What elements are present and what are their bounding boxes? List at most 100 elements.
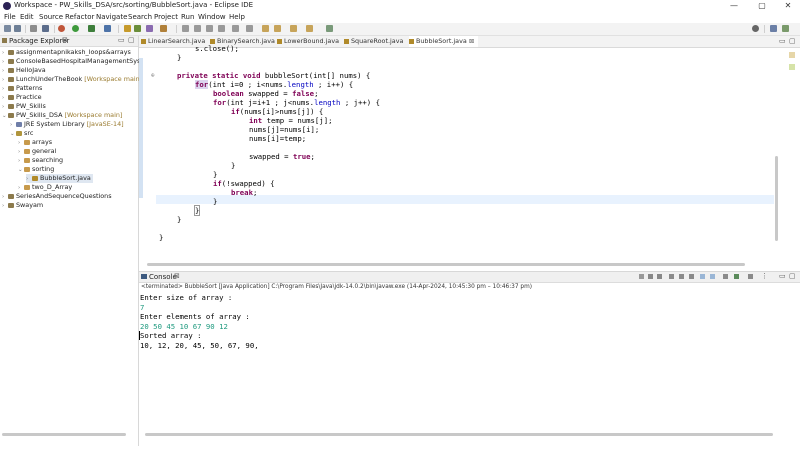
console-horizontal-scrollbar[interactable]: [145, 433, 773, 436]
tree-item-project[interactable]: › assignmentapnikaksh_loops&arrays: [2, 48, 131, 57]
show-console-on-error-icon[interactable]: [710, 274, 715, 279]
tree-item-project[interactable]: ⌄ PW_Skills_DSA [Workspace main]: [2, 111, 122, 120]
block-selection-icon[interactable]: [206, 25, 213, 32]
menu-window[interactable]: Window: [198, 13, 226, 21]
run-icon[interactable]: [72, 25, 79, 32]
tree-item-label: sorting: [32, 165, 55, 173]
tree-item-package[interactable]: ⌄ sorting: [18, 165, 54, 174]
back-icon[interactable]: [274, 25, 281, 32]
display-selected-console-icon[interactable]: [734, 274, 739, 279]
pin-editor-icon[interactable]: [306, 25, 313, 32]
tree-item-library[interactable]: › JRE System Library [JavaSE-14]: [10, 120, 124, 129]
forward-icon[interactable]: [290, 25, 297, 32]
maximize-editor-icon[interactable]: ▢: [789, 36, 796, 47]
maximize-view-icon[interactable]: ▢: [789, 272, 796, 280]
debug-icon[interactable]: [30, 25, 37, 32]
package-icon: [24, 139, 30, 145]
clear-console-icon[interactable]: [669, 274, 674, 279]
text-cursor: [139, 331, 140, 340]
menu-file[interactable]: File: [4, 13, 16, 21]
show-console-on-output-icon[interactable]: [700, 274, 705, 279]
editor-vertical-scrollbar[interactable]: [775, 156, 778, 241]
minimize-view-icon[interactable]: ▭: [779, 272, 786, 280]
close-button[interactable]: ✕: [776, 0, 800, 12]
tree-item-project[interactable]: › PW_Skills: [2, 102, 46, 111]
menu-help[interactable]: Help: [229, 13, 245, 21]
menu-navigate[interactable]: Navigate: [96, 13, 127, 21]
tree-item-java-file[interactable]: › BubbleSort.java: [26, 174, 93, 183]
close-tab-icon[interactable]: ⊠: [469, 37, 474, 45]
editor-horizontal-scrollbar[interactable]: [147, 263, 745, 266]
tree-item-project[interactable]: › LunchUnderTheBook [Workspace main]: [2, 75, 142, 84]
override-marker-icon: ⊕: [151, 72, 155, 79]
tree-item-package[interactable]: › two_D_Array: [18, 183, 72, 192]
menu-run[interactable]: Run: [181, 13, 194, 21]
keyword: for: [195, 80, 209, 89]
minimize-view-icon[interactable]: ▭: [118, 36, 125, 44]
menu-edit[interactable]: Edit: [20, 13, 34, 21]
remove-launch-icon[interactable]: [648, 274, 653, 279]
terminal-icon[interactable]: [42, 25, 49, 32]
remove-all-terminated-icon[interactable]: [657, 274, 662, 279]
menu-source[interactable]: Source: [39, 13, 63, 21]
tab-bubble-sort[interactable]: BubbleSort.java ⊠: [409, 36, 479, 47]
tree-item-source-folder[interactable]: ⌄ src: [10, 129, 33, 138]
pin-console-icon[interactable]: [723, 274, 728, 279]
terminate-icon[interactable]: [639, 274, 644, 279]
tree-item-project[interactable]: › Patterns: [2, 84, 42, 93]
project-icon: [8, 67, 14, 73]
word-wrap-icon[interactable]: [689, 274, 694, 279]
tree-item-package[interactable]: › arrays: [18, 138, 52, 147]
previous-annotation-icon[interactable]: [246, 25, 253, 32]
toggle-mark-icon[interactable]: [182, 25, 189, 32]
scroll-lock-icon[interactable]: [679, 274, 684, 279]
menu-search[interactable]: Search: [128, 13, 152, 21]
external-tools-icon[interactable]: [104, 25, 111, 32]
keyword: if: [213, 179, 222, 188]
project-icon: [8, 76, 14, 82]
save-icon[interactable]: [14, 25, 21, 32]
perspective-debug-icon[interactable]: [782, 25, 789, 32]
debug-run-icon[interactable]: [58, 25, 65, 32]
tree-item-project[interactable]: › SeriesAndSequenceQuestions: [2, 192, 112, 201]
menu-project[interactable]: Project: [154, 13, 178, 21]
word-wrap-icon[interactable]: [218, 25, 225, 32]
maximize-button[interactable]: ▢: [750, 0, 774, 12]
view-menu-icon[interactable]: ⋮: [761, 272, 768, 280]
search-toolbar-icon[interactable]: [160, 25, 167, 32]
code-area[interactable]: ⊕ s.close(); } private static void bubbl…: [139, 44, 774, 268]
search-icon[interactable]: [752, 25, 759, 32]
code-text: (int i=0 ; i<nums.: [208, 80, 288, 89]
tree-item-package[interactable]: › general: [18, 147, 56, 156]
new-java-class-icon[interactable]: [134, 25, 141, 32]
tree-item-package[interactable]: › searching: [18, 156, 63, 165]
minimize-button[interactable]: —: [722, 0, 746, 12]
code-line: boolean swapped = false;: [213, 89, 318, 98]
menu-refactor[interactable]: Refactor: [65, 13, 94, 21]
open-perspective-icon[interactable]: [326, 25, 333, 32]
tree-item-project[interactable]: › ConsoleBasedHospitalManagementSystem: [2, 57, 153, 66]
open-type-icon[interactable]: [146, 25, 153, 32]
tree-item-label: src: [24, 129, 34, 137]
new-java-package-icon[interactable]: [124, 25, 131, 32]
tab-lower-bound[interactable]: LowerBound.java: [277, 36, 339, 47]
new-icon[interactable]: [4, 25, 11, 32]
tree-item-project[interactable]: › HelloJava: [2, 66, 46, 75]
last-edit-icon[interactable]: [262, 25, 269, 32]
tree-item-project[interactable]: › Swayam: [2, 201, 43, 210]
minimize-editor-icon[interactable]: ▭: [779, 36, 786, 47]
open-console-icon[interactable]: [748, 274, 753, 279]
next-annotation-icon[interactable]: [232, 25, 239, 32]
code-text: swapped =: [243, 89, 293, 98]
launch-status: <terminated> BubbleSort [Java Applicatio…: [141, 284, 532, 290]
tree-item-label: PW_Skills: [16, 102, 46, 110]
tree-item-project[interactable]: › Practice: [2, 93, 42, 102]
perspective-java-icon[interactable]: [770, 25, 777, 32]
explorer-horizontal-scrollbar[interactable]: [2, 433, 126, 436]
coverage-icon[interactable]: [88, 25, 95, 32]
maximize-view-icon[interactable]: ▢: [128, 36, 135, 44]
close-view-icon[interactable]: ⊠: [174, 272, 180, 280]
show-whitespace-icon[interactable]: [194, 25, 201, 32]
close-view-icon[interactable]: ⊠: [62, 36, 68, 44]
tab-square-root[interactable]: SquareRoot.java: [344, 36, 403, 47]
